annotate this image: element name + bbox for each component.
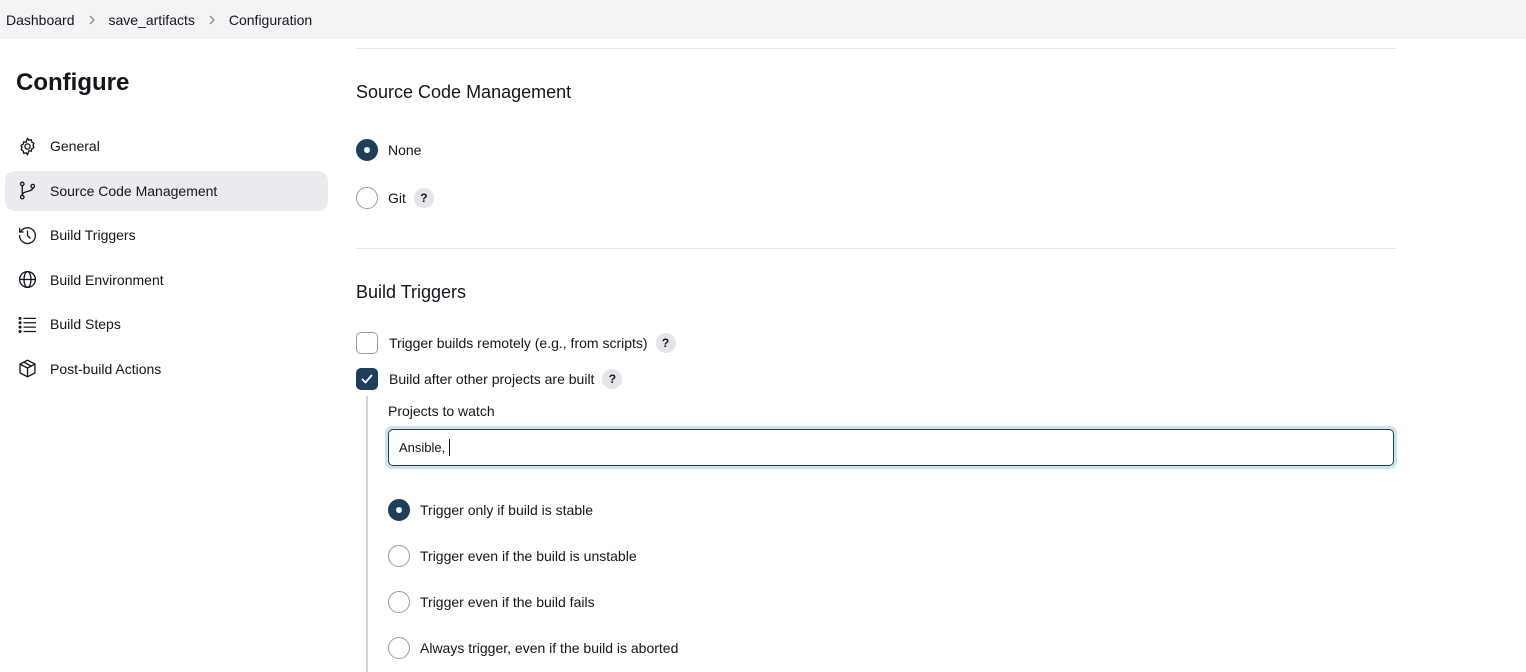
gear-icon <box>16 135 38 157</box>
text-caret <box>449 439 451 456</box>
trigger-condition-fails[interactable]: Trigger even if the build fails <box>388 591 595 613</box>
nested-section-line <box>366 396 368 672</box>
section-title-build-triggers: Build Triggers <box>356 282 467 302</box>
page-title: Configure <box>16 69 130 96</box>
checkbox-label: Build after other projects are built <box>389 371 595 387</box>
globe-icon <box>16 269 38 291</box>
radio-button[interactable] <box>356 187 378 209</box>
radio-button[interactable] <box>388 499 410 521</box>
chevron-right-icon <box>195 14 229 26</box>
scm-option-git[interactable]: Git ? <box>356 187 434 209</box>
branch-icon <box>16 180 38 202</box>
sidebar-item-source-code-management[interactable]: Source Code Management <box>5 170 328 211</box>
radio-button[interactable] <box>388 591 410 613</box>
sidebar-item-label: Build Steps <box>50 316 121 333</box>
sidebar-item-build-triggers[interactable]: Build Triggers <box>5 215 328 255</box>
sidebar-item-label: Build Triggers <box>50 227 136 244</box>
radio-label: Trigger even if the build fails <box>420 594 595 610</box>
help-icon[interactable]: ? <box>655 333 676 353</box>
trigger-condition-stable[interactable]: Trigger only if build is stable <box>388 499 593 521</box>
radio-button[interactable] <box>388 545 410 567</box>
sidebar-item-label: Build Environment <box>50 271 164 288</box>
input-value: Ansible, <box>399 440 446 455</box>
trigger-condition-aborted[interactable]: Always trigger, even if the build is abo… <box>388 637 678 659</box>
help-icon[interactable]: ? <box>413 188 434 208</box>
sidebar-item-post-build-actions[interactable]: Post-build Actions <box>5 349 328 389</box>
breadcrumb-dashboard[interactable]: Dashboard <box>6 12 75 28</box>
package-icon <box>16 358 38 380</box>
list-icon <box>16 313 38 335</box>
checkbox[interactable] <box>356 332 378 354</box>
section-title-scm: Source Code Management <box>356 82 572 102</box>
scm-option-none[interactable]: None <box>356 139 421 161</box>
help-icon[interactable]: ? <box>602 369 623 389</box>
sidebar-item-general[interactable]: General <box>5 126 328 166</box>
sidebar-item-label: General <box>50 138 100 154</box>
sidebar-item-label: Post-build Actions <box>50 360 162 377</box>
breadcrumb-configuration[interactable]: Configuration <box>229 12 312 28</box>
main-content: Source Code Management None Git ? Build … <box>356 0 1397 672</box>
radio-label: Always trigger, even if the build is abo… <box>420 640 679 656</box>
sidebar-item-label: Source Code Management <box>50 182 218 199</box>
radio-button[interactable] <box>356 139 378 161</box>
trigger-condition-unstable[interactable]: Trigger even if the build is unstable <box>388 545 637 567</box>
sidebar-item-build-steps[interactable]: Build Steps <box>5 304 328 344</box>
divider <box>356 48 1396 49</box>
sidebar-item-build-environment[interactable]: Build Environment <box>5 260 328 300</box>
projects-to-watch-field[interactable]: Ansible, <box>385 426 1397 469</box>
radio-button[interactable] <box>388 637 410 659</box>
chevron-right-icon <box>75 14 109 26</box>
radio-label: Git <box>388 190 406 206</box>
checkbox-label: Trigger builds remotely (e.g., from scri… <box>389 335 648 351</box>
checkbox[interactable] <box>356 368 378 390</box>
projects-to-watch-label: Projects to watch <box>388 403 495 419</box>
sidebar-nav: General Source Code Management Build Tri… <box>5 126 328 394</box>
check-icon <box>361 374 373 384</box>
clock-icon <box>16 224 38 246</box>
trigger-remote-checkbox-row[interactable]: Trigger builds remotely (e.g., from scri… <box>356 332 676 354</box>
build-after-other-checkbox-row[interactable]: Build after other projects are built ? <box>356 368 623 390</box>
radio-label: Trigger only if build is stable <box>420 502 594 518</box>
divider <box>356 248 1396 249</box>
breadcrumb-project[interactable]: save_artifacts <box>109 12 195 28</box>
radio-label: Trigger even if the build is unstable <box>420 548 637 564</box>
projects-to-watch-input[interactable]: Ansible, <box>388 429 1394 466</box>
radio-label: None <box>388 142 422 158</box>
